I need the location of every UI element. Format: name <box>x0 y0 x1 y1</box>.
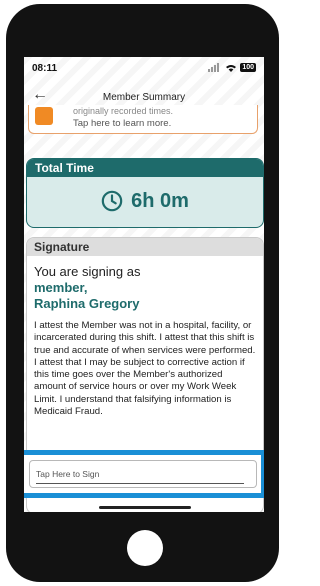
status-icons: 100 <box>208 63 256 72</box>
signature-line <box>36 483 244 484</box>
signature-highlight: Tap Here to Sign <box>24 450 264 498</box>
status-bar: 08:11 100 <box>24 57 264 79</box>
notice-text: originally recorded times. <box>73 106 174 116</box>
attestation-text: I attest the Member was not in a hospita… <box>34 320 256 418</box>
clock-icon <box>101 190 123 212</box>
total-time-value: 6h 0m <box>131 189 189 212</box>
battery-icon: 100 <box>240 63 256 72</box>
home-indicator <box>99 506 191 509</box>
total-time-card: Total Time 6h 0m <box>26 158 264 228</box>
warning-icon <box>35 107 53 125</box>
signer-name: Raphina Gregory <box>34 296 140 311</box>
tap-to-sign-label: Tap Here to Sign <box>36 469 100 479</box>
cellular-signal-icon <box>208 63 222 72</box>
home-button[interactable] <box>127 530 163 566</box>
total-time-heading: Total Time <box>27 159 263 177</box>
page-title: Member Summary <box>102 92 186 103</box>
tap-to-sign-field[interactable]: Tap Here to Sign <box>29 460 257 488</box>
signing-as-label: You are signing as <box>34 264 141 279</box>
total-time-body: 6h 0m <box>27 177 263 225</box>
status-time: 08:11 <box>32 63 58 74</box>
wifi-icon <box>226 64 237 72</box>
app-screen: 08:11 100 ← Member Summary originally re… <box>24 57 264 512</box>
signer-role: member, <box>34 280 88 295</box>
info-notice[interactable]: originally recorded times. Tap here to l… <box>28 105 258 134</box>
signature-heading: Signature <box>27 238 263 256</box>
learn-more-link[interactable]: Tap here to learn more. <box>73 118 171 129</box>
